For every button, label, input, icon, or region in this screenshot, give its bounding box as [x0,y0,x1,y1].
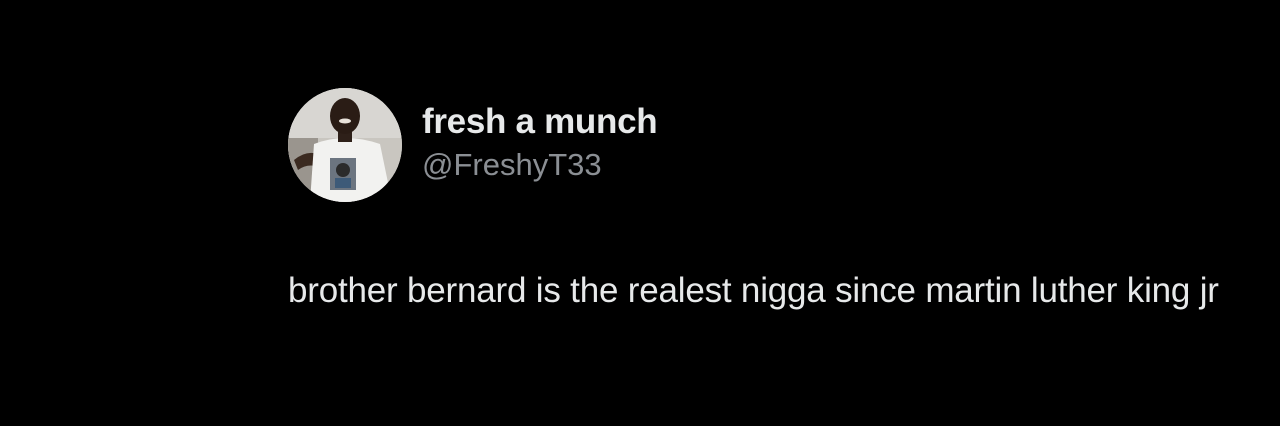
user-handle[interactable]: @FreshyT33 [422,145,657,185]
avatar[interactable] [288,88,402,202]
tweet-card: fresh a munch @FreshyT33 brother bernard… [288,88,1248,316]
profile-photo-icon [288,88,402,202]
author-names: fresh a munch @FreshyT33 [422,101,658,185]
tweet-header: fresh a munch @FreshyT33 [288,88,1248,202]
tweet-text: brother bernard is the realest nigga sin… [288,271,1219,310]
display-name[interactable]: fresh a munch [422,101,658,143]
